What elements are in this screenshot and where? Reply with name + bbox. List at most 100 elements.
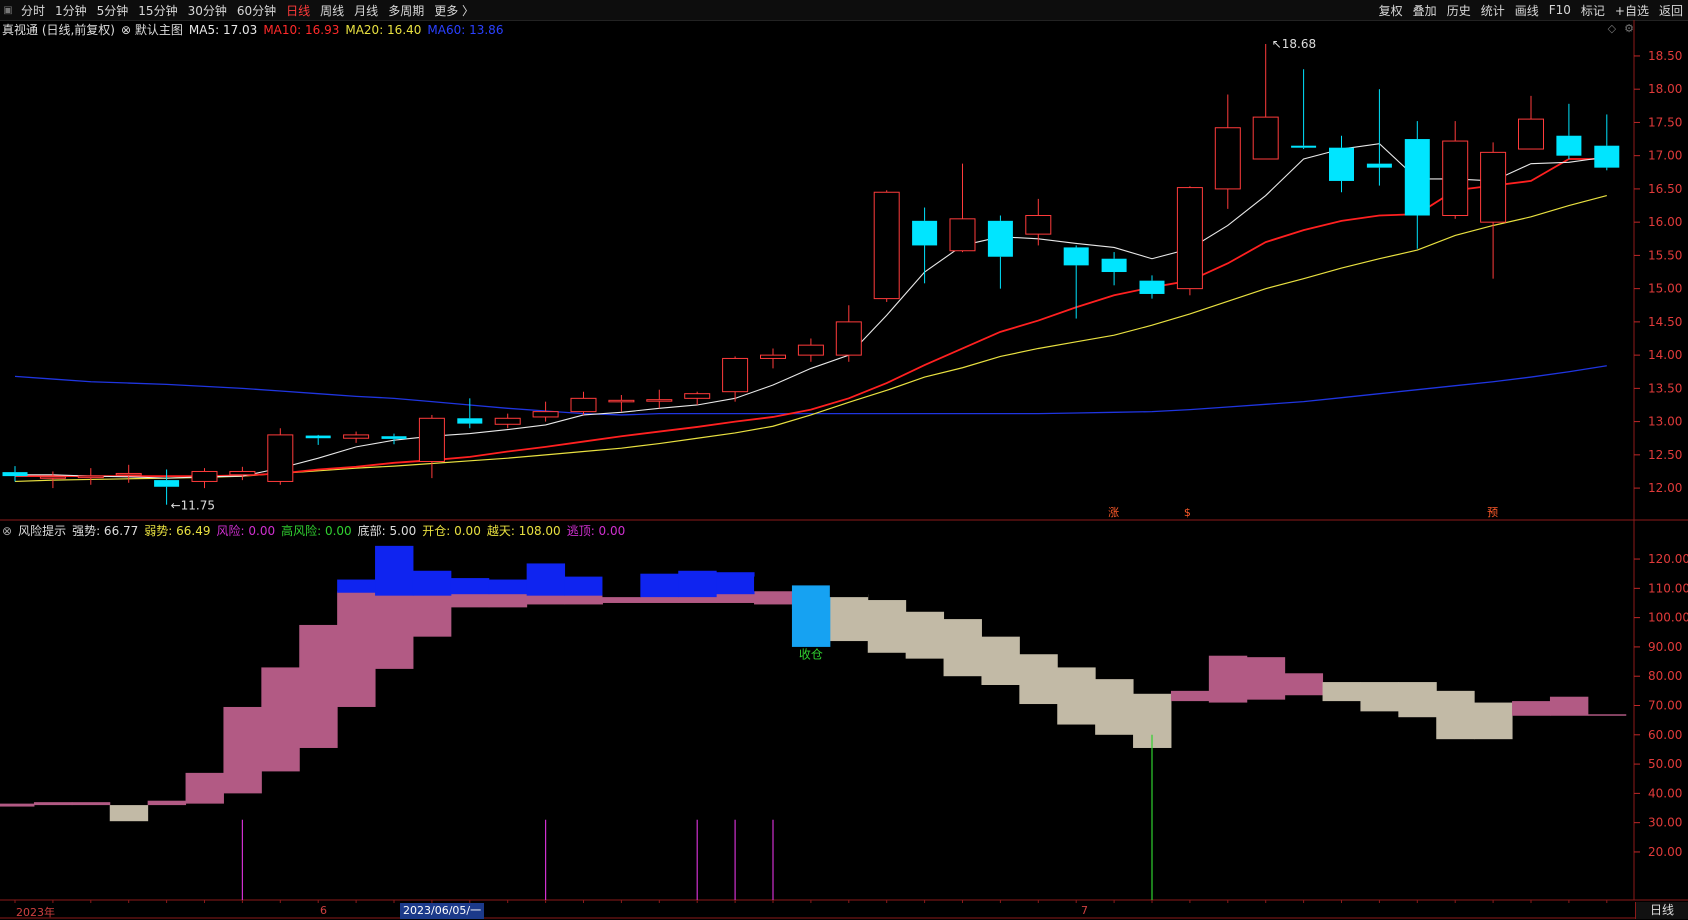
sky-band-white <box>829 581 869 598</box>
risk-band-beige <box>1019 654 1058 705</box>
risk-band-beige <box>1474 702 1513 740</box>
risk-band-pink <box>71 802 111 806</box>
sky-band-white <box>754 576 793 592</box>
candle-down <box>1063 247 1089 266</box>
risk-band-pink <box>1512 701 1551 716</box>
signal-marker: $ <box>1184 506 1191 519</box>
sky-band-blue <box>678 570 717 598</box>
candle-up <box>418 417 445 462</box>
risk-band-pink <box>1549 696 1589 716</box>
low-price-annotation: ←11.75 <box>171 499 215 513</box>
sky-band-blue <box>640 573 679 598</box>
risk-band-pink <box>375 591 414 669</box>
risk-band-pink <box>223 706 262 794</box>
candle-up <box>494 417 521 425</box>
risk-band-beige <box>1095 679 1134 735</box>
risk-band-pink <box>337 591 376 707</box>
price-axis: 12.00 12.50 13.00 13.50 14.00 14.50 15.00 15.50… <box>1634 49 1688 859</box>
price-tick-label: 13.50 <box>1648 381 1682 395</box>
month-label-6: 6 <box>320 904 327 917</box>
candle-up <box>570 397 597 413</box>
candle-up <box>684 393 711 399</box>
risk-band-pink <box>185 772 224 804</box>
month-label-7: 7 <box>1081 904 1088 917</box>
price-tick-label: 18.00 <box>1648 82 1682 96</box>
candle-down <box>381 436 407 439</box>
period-tab-daily[interactable]: 日线 <box>1635 902 1688 919</box>
risk-band-pink <box>1246 657 1286 700</box>
risk-tick-label: 60.00 <box>1648 728 1682 742</box>
kline-chart[interactable]: 收仓 ↖18.68←11.75 涨 $ 预 12.0012.5013.0013.501… <box>0 0 1688 919</box>
candle-up <box>835 321 862 356</box>
candle-up <box>229 470 256 476</box>
candle-down <box>1366 163 1392 168</box>
candle-up <box>1252 116 1279 160</box>
price-tick-label: 15.50 <box>1648 248 1682 262</box>
candle-up <box>343 434 370 439</box>
candle-up <box>797 344 824 356</box>
risk-band-pink <box>1587 714 1627 716</box>
candle-up <box>873 191 900 300</box>
candle-up <box>646 399 673 402</box>
sky-band-light_blue <box>791 585 831 647</box>
risk-indicator-panel: 收仓 <box>0 545 1627 900</box>
risk-tick-label: 30.00 <box>1648 816 1682 830</box>
candle-up <box>77 475 104 479</box>
risk-tick-label: 110.00 <box>1648 581 1688 595</box>
sky-band-white <box>867 589 907 595</box>
sky-band-blue <box>375 545 414 596</box>
candle-down <box>1291 145 1317 148</box>
risk-band-pink <box>0 803 35 807</box>
candle-up <box>1025 215 1052 235</box>
risk-band-beige <box>943 619 982 677</box>
risk-tick-label: 80.00 <box>1648 669 1682 683</box>
risk-band-beige <box>109 805 149 822</box>
price-tick-label: 14.00 <box>1648 348 1682 362</box>
candle-up <box>1518 118 1544 150</box>
risk-band-pink <box>261 667 300 772</box>
risk-tick-label: 100.00 <box>1648 611 1688 625</box>
risk-tick-label: 50.00 <box>1648 757 1682 771</box>
signal-marker: 预 <box>1487 506 1498 519</box>
candle-up <box>115 472 142 476</box>
candle-down <box>1139 280 1165 294</box>
risk-tick-label: 120.00 <box>1648 552 1688 566</box>
candle-down <box>305 435 331 439</box>
risk-tick-label: 40.00 <box>1648 786 1682 800</box>
ma60-line <box>14 365 1607 416</box>
risk-band-pink <box>412 591 452 637</box>
risk-band-beige <box>1360 682 1399 712</box>
risk-band-beige <box>829 594 869 642</box>
candle-up <box>1214 127 1241 190</box>
current-date-box: 2023/06/05/一 <box>400 903 485 919</box>
candle-down <box>2 472 28 477</box>
risk-band-beige <box>981 636 1020 685</box>
candle-up <box>1176 187 1203 290</box>
candle-down <box>1594 145 1620 168</box>
price-tick-label: 12.50 <box>1648 448 1682 462</box>
candle-up <box>532 411 559 418</box>
price-tick-label: 16.50 <box>1648 182 1682 196</box>
candle-up <box>267 434 294 482</box>
candle-down <box>154 480 180 487</box>
risk-band-pink <box>1170 690 1210 702</box>
signal-marker: 涨 <box>1108 506 1119 519</box>
candle-up <box>1480 151 1507 223</box>
risk-band-beige <box>905 611 945 659</box>
sky-band-blue <box>716 572 755 595</box>
risk-band-pink <box>147 800 187 806</box>
risk-band-pink <box>33 802 73 806</box>
price-tick-label: 17.00 <box>1648 149 1682 163</box>
candle-down <box>1404 139 1430 216</box>
risk-tick-label: 70.00 <box>1648 699 1682 713</box>
risk-band-pink <box>1284 673 1324 696</box>
ma5-line <box>15 143 1607 479</box>
candle-up <box>722 357 749 393</box>
price-tick-label: 14.50 <box>1648 315 1682 329</box>
price-tick-label: 12.00 <box>1648 481 1682 495</box>
risk-band-beige <box>1322 682 1361 702</box>
price-tick-label: 17.50 <box>1648 115 1682 129</box>
candle-down <box>457 418 483 424</box>
risk-tick-label: 20.00 <box>1648 845 1682 859</box>
risk-tick-label: 90.00 <box>1648 640 1682 654</box>
